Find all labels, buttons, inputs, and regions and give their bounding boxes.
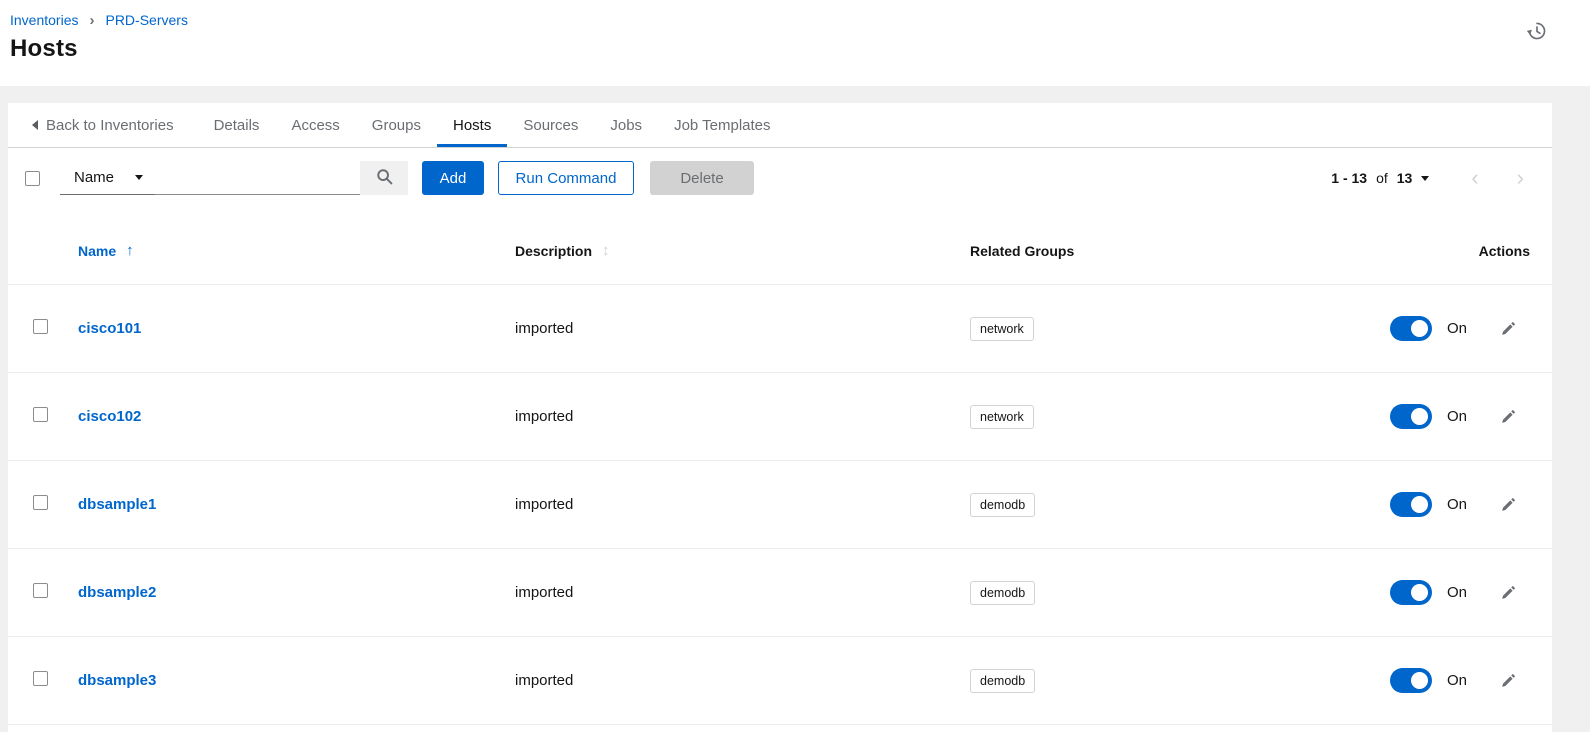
tab-back-to-inventories[interactable]: Back to Inventories (32, 103, 190, 147)
sort-both-icon: ↕ (602, 242, 610, 259)
tab-bar: Back to Inventories Details Access Group… (8, 103, 1552, 148)
column-header-related-groups: Related Groups (970, 243, 1390, 259)
host-description: imported (515, 320, 970, 337)
row-checkbox[interactable] (33, 671, 48, 686)
search-button[interactable] (360, 161, 408, 195)
toolbar: Name Add Run Command Delete 1 - 13 of 13 (25, 161, 1528, 195)
toggle-state-label: On (1447, 320, 1467, 337)
pencil-icon (1501, 412, 1516, 427)
column-header-name[interactable]: Name ↑ (78, 242, 515, 259)
related-group-chip[interactable]: network (970, 405, 1034, 429)
add-button[interactable]: Add (422, 161, 484, 195)
pagination-range: 1 - 13 (1331, 170, 1367, 186)
row-checkbox[interactable] (33, 495, 48, 510)
tab-groups[interactable]: Groups (356, 103, 437, 147)
chevron-down-icon (135, 175, 143, 180)
toggle-knob (1411, 320, 1428, 337)
history-icon (1526, 30, 1548, 45)
breadcrumb-link-prd-servers[interactable]: PRD-Servers (105, 12, 187, 28)
table-row: dbsample2 imported demodb On (8, 549, 1552, 637)
host-description: imported (515, 408, 970, 425)
filter-key-dropdown[interactable]: Name (60, 161, 155, 195)
pencil-icon (1501, 676, 1516, 691)
toggle-knob (1411, 584, 1428, 601)
table-row: cisco101 imported network On (8, 285, 1552, 373)
row-checkbox[interactable] (33, 407, 48, 422)
pencil-icon (1501, 324, 1516, 339)
search-input[interactable] (155, 161, 360, 195)
sort-ascending-icon: ↑ (126, 242, 134, 259)
row-checkbox[interactable] (33, 319, 48, 334)
table-header-row: Name ↑ Description ↕ Related Groups Acti… (8, 195, 1552, 285)
tab-hosts[interactable]: Hosts (437, 103, 507, 147)
delete-button[interactable]: Delete (650, 161, 754, 195)
table-row: dbsample3 imported demodb On (8, 637, 1552, 725)
host-name-link[interactable]: dbsample2 (78, 584, 156, 601)
host-name-link[interactable]: dbsample1 (78, 496, 156, 513)
activity-history-button[interactable] (1526, 20, 1548, 42)
row-checkbox[interactable] (33, 583, 48, 598)
tab-sources[interactable]: Sources (507, 103, 594, 147)
breadcrumb-link-inventories[interactable]: Inventories (10, 12, 78, 28)
host-description: imported (515, 496, 970, 513)
page-title: Hosts (10, 35, 1590, 63)
column-header-description[interactable]: Description ↕ (515, 242, 970, 259)
related-group-chip[interactable]: demodb (970, 581, 1035, 605)
toggle-state-label: On (1447, 584, 1467, 601)
edit-host-button[interactable] (1499, 407, 1518, 426)
table-row: cisco102 imported network On (8, 373, 1552, 461)
tab-jobs[interactable]: Jobs (594, 103, 658, 147)
edit-host-button[interactable] (1499, 319, 1518, 338)
related-group-chip[interactable]: demodb (970, 669, 1035, 693)
table-body: cisco101 imported network On (8, 285, 1552, 725)
filter-key-label: Name (74, 169, 114, 186)
hosts-table: Name ↑ Description ↕ Related Groups Acti… (8, 195, 1552, 725)
edit-host-button[interactable] (1499, 671, 1518, 690)
pagination: 1 - 13 of 13 ‹ › (1331, 167, 1528, 189)
edit-host-button[interactable] (1499, 495, 1518, 514)
chevron-down-icon (1421, 176, 1429, 181)
content-card: Back to Inventories Details Access Group… (8, 103, 1552, 732)
tab-job-templates[interactable]: Job Templates (658, 103, 786, 147)
pagination-summary-dropdown[interactable]: 1 - 13 of 13 (1331, 170, 1429, 186)
host-enabled-toggle[interactable] (1390, 316, 1432, 341)
host-enabled-toggle[interactable] (1390, 404, 1432, 429)
pencil-icon (1501, 588, 1516, 603)
related-group-chip[interactable]: demodb (970, 493, 1035, 517)
host-description: imported (515, 672, 970, 689)
select-all-checkbox[interactable] (25, 171, 40, 186)
pagination-of-label: of (1376, 170, 1388, 186)
pagination-total: 13 (1397, 170, 1413, 186)
toggle-state-label: On (1447, 408, 1467, 425)
search-filter-group: Name (60, 161, 408, 195)
host-enabled-toggle[interactable] (1390, 492, 1432, 517)
toggle-knob (1411, 672, 1428, 689)
back-arrow-icon (32, 120, 38, 130)
related-group-chip[interactable]: network (970, 317, 1034, 341)
host-description: imported (515, 584, 970, 601)
table-row: dbsample1 imported demodb On (8, 461, 1552, 549)
next-page-button[interactable]: › (1513, 167, 1528, 189)
tab-details[interactable]: Details (198, 103, 276, 147)
toggle-knob (1411, 408, 1428, 425)
search-icon (376, 168, 393, 188)
host-name-link[interactable]: cisco101 (78, 320, 141, 337)
host-name-link[interactable]: cisco102 (78, 408, 141, 425)
run-command-button[interactable]: Run Command (498, 161, 634, 195)
host-enabled-toggle[interactable] (1390, 668, 1432, 693)
edit-host-button[interactable] (1499, 583, 1518, 602)
toggle-state-label: On (1447, 672, 1467, 689)
breadcrumb: Inventories › PRD-Servers (10, 10, 1590, 30)
host-name-link[interactable]: dbsample3 (78, 672, 156, 689)
breadcrumb-separator-icon: › (89, 12, 94, 28)
column-header-actions: Actions (1479, 243, 1552, 259)
toggle-knob (1411, 496, 1428, 513)
previous-page-button[interactable]: ‹ (1467, 167, 1482, 189)
tab-access[interactable]: Access (275, 103, 355, 147)
page-header: Inventories › PRD-Servers Hosts (0, 0, 1590, 86)
pencil-icon (1501, 500, 1516, 515)
toggle-state-label: On (1447, 496, 1467, 513)
host-enabled-toggle[interactable] (1390, 580, 1432, 605)
